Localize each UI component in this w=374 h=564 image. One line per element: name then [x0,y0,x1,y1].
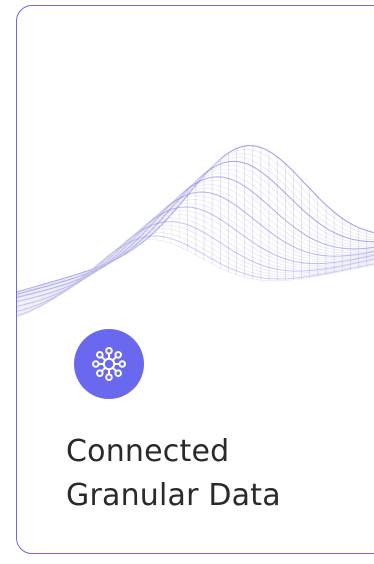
icon-badge [74,329,144,399]
page: Connected Granular Data [0,0,374,564]
card-title-line-2: Granular Data [66,478,281,513]
wave-mesh-illustration [17,145,374,318]
network-hub-icon [92,347,127,382]
card-title: Connected Granular Data [66,430,281,518]
card-title-line-1: Connected [66,434,230,469]
feature-card[interactable]: Connected Granular Data [16,5,374,554]
